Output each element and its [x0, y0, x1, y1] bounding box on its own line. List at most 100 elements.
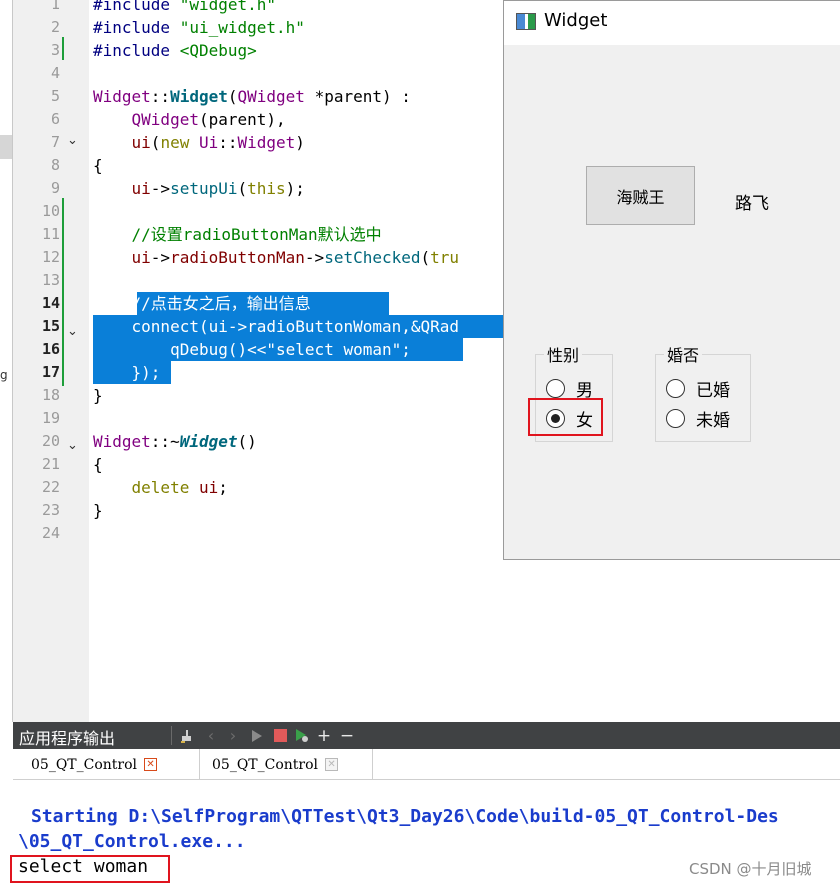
fold-chevron-icon[interactable]: ⌄ — [67, 129, 81, 152]
code-token: ::~ — [150, 432, 180, 451]
change-marker — [62, 198, 64, 386]
code-token: -> — [150, 248, 171, 267]
attach-debugger-icon[interactable] — [294, 726, 310, 745]
code-token: this — [247, 179, 286, 198]
run-icon[interactable] — [249, 726, 265, 745]
code-line: }); — [93, 361, 161, 384]
code-token: } — [93, 386, 103, 405]
code-line: #include <QDebug> — [93, 39, 257, 62]
code-token: //设置radioButtonMan默认选中 — [131, 225, 382, 244]
code-token: connect(ui->radioButtonWoman,&QRad — [93, 317, 460, 336]
previous-icon[interactable]: ‹ — [203, 726, 219, 745]
code-token: #include — [93, 41, 180, 60]
code-token: setChecked — [324, 248, 421, 267]
code-token: -> — [304, 248, 325, 267]
line-number: 15 — [41, 317, 60, 335]
stop-icon[interactable] — [272, 726, 288, 745]
close-icon[interactable]: ✕ — [325, 758, 339, 771]
radio-unmarried-label: 未婚 — [696, 410, 730, 431]
code-line: { — [93, 453, 103, 476]
line-number: 18 — [41, 386, 60, 404]
code-token: #include — [93, 18, 180, 37]
code-token: Widget — [93, 87, 151, 106]
code-token: () — [237, 432, 257, 451]
fold-chevron-icon[interactable]: ⌄ — [67, 320, 81, 343]
code-token: -> — [150, 179, 171, 198]
code-line: //设置radioButtonMan默认选中 — [93, 223, 382, 246]
code-token: Widget — [237, 133, 296, 152]
one-piece-button[interactable]: 海贼王 — [586, 166, 695, 225]
close-icon[interactable]: ✕ — [144, 758, 158, 771]
code-token: QWidget — [237, 87, 305, 106]
code-line: #include "widget.h" — [93, 0, 276, 16]
clean-output-icon[interactable] — [179, 726, 195, 745]
code-token: Ui — [198, 133, 219, 152]
code-token: ( — [237, 179, 248, 198]
tab-divider — [199, 749, 200, 780]
line-number: 20 — [41, 432, 60, 450]
code-line: QWidget(parent), — [93, 108, 286, 131]
code-line: //点击女之后，输出信息 — [93, 292, 320, 315]
line-number: 13 — [41, 271, 60, 289]
tab-label: 05_QT_Control — [31, 756, 138, 773]
line-number: 1 — [50, 0, 60, 13]
code-token: } — [93, 501, 103, 520]
line-number: 7 — [50, 133, 60, 151]
toolbar-divider — [171, 726, 172, 745]
window-titlebar[interactable]: Widget — [504, 1, 840, 45]
code-token: *parent) : — [304, 87, 411, 106]
highlight-box — [528, 398, 603, 436]
code-token: { — [93, 156, 103, 175]
code-token: :: — [150, 87, 171, 106]
line-number: 17 — [41, 363, 60, 381]
widget-window: Widget 海贼王 路飞 性别 男 女 婚否 已婚 未婚 — [503, 0, 840, 560]
line-number: 14 — [41, 294, 60, 312]
code-token: ; — [218, 478, 228, 497]
code-token: QWidget — [131, 110, 199, 129]
code-line: ui->setupUi(this); — [93, 177, 305, 200]
marriage-groupbox: 婚否 已婚 未婚 — [655, 342, 751, 442]
radio-unmarried[interactable]: 未婚 — [666, 406, 730, 431]
code-token: ui — [131, 179, 151, 198]
code-line: connect(ui->radioButtonWoman,&QRad — [93, 315, 460, 338]
output-tabs: 05_QT_Control ✕ 05_QT_Control ✕ — [13, 749, 840, 780]
radio-male[interactable]: 男 — [546, 376, 593, 401]
app-window-icon — [516, 13, 536, 30]
code-token: ( — [227, 87, 238, 106]
code-token: new — [160, 133, 199, 152]
line-number: 16 — [41, 340, 60, 358]
watermark: CSDN @十月旧城 — [689, 860, 812, 878]
code-lines: 1 2 3 4 5 6 7 8 9 10 11 12 13 14 15 16 17 18 19 20 21 22 23 24 #… — [0, 0, 503, 722]
code-token: //点击女之后，输出信息 — [93, 294, 321, 313]
minus-icon[interactable]: − — [339, 726, 355, 746]
output-pane-toolbar: 应用程序输出 ‹ › + − — [13, 722, 840, 749]
code-line: ui(new Ui::Widget) — [93, 131, 305, 154]
code-token: (parent), — [198, 110, 286, 129]
code-token: Widget — [179, 432, 238, 451]
code-line: ui->radioButtonMan->setChecked(tru — [93, 246, 460, 269]
line-number: 4 — [50, 64, 60, 82]
window-title: Widget — [544, 10, 608, 31]
fold-chevron-icon[interactable]: ⌄ — [67, 434, 81, 457]
code-line: } — [93, 384, 103, 407]
add-icon[interactable]: + — [316, 726, 332, 746]
line-number: 2 — [50, 18, 60, 36]
line-number: 23 — [41, 501, 60, 519]
code-token: #include — [93, 0, 180, 14]
tab-output-1[interactable]: 05_QT_Control ✕ — [31, 749, 158, 780]
code-token: ui — [131, 248, 151, 267]
code-token: ui — [198, 478, 219, 497]
code-token: "ui_widget.h" — [179, 18, 305, 37]
code-token: radioButtonMan — [170, 248, 305, 267]
radio-circle-icon — [546, 378, 565, 398]
tab-output-2[interactable]: 05_QT_Control ✕ — [212, 749, 339, 780]
code-token: Widget — [170, 87, 228, 106]
code-line: #include "ui_widget.h" — [93, 16, 305, 39]
radio-married[interactable]: 已婚 — [666, 376, 730, 401]
code-line: Widget::~Widget() — [93, 430, 257, 453]
line-number: 9 — [50, 179, 60, 197]
next-icon[interactable]: › — [225, 726, 241, 745]
